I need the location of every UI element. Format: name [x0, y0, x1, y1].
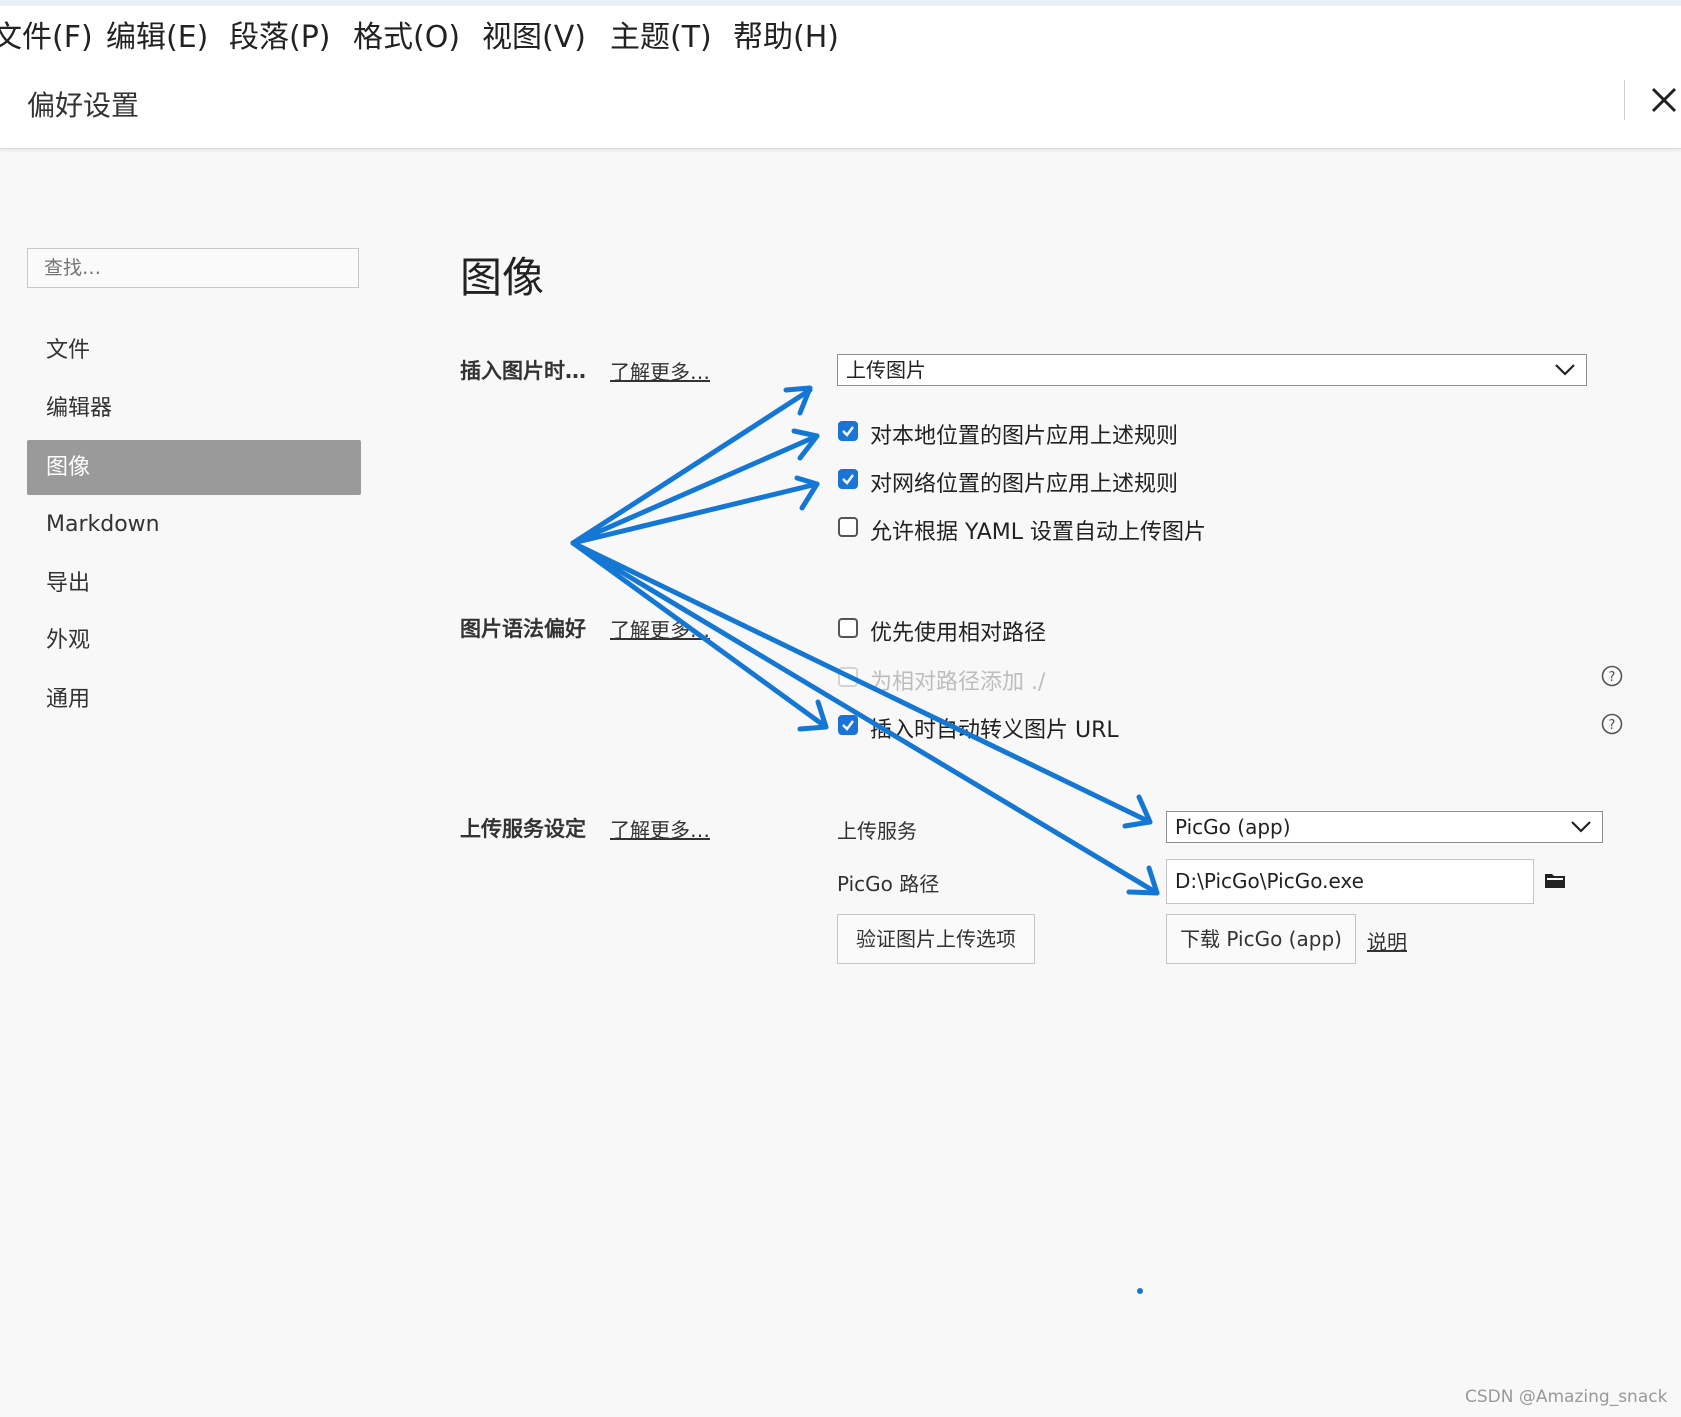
picgo-path-input[interactable]: D:\PicGo\PicGo.exe	[1166, 859, 1534, 904]
folder-icon[interactable]	[1544, 871, 1566, 889]
docs-link[interactable]: 说明	[1367, 926, 1407, 955]
search-input[interactable]	[27, 248, 359, 288]
escape-url-label: 插入时自动转义图片 URL	[870, 718, 1119, 743]
preferences-header	[0, 80, 1681, 149]
menu-help[interactable]: 帮助(H)	[733, 12, 839, 56]
checkmark-icon	[842, 426, 854, 437]
chevron-down-icon	[1555, 364, 1575, 376]
apply-network-label: 对网络位置的图片应用上述规则	[870, 472, 1179, 497]
help-icon[interactable]: ?	[1601, 713, 1623, 735]
yaml-upload-label: 允许根据 YAML 设置自动上传图片	[870, 520, 1207, 545]
dot-slash-checkbox[interactable]	[838, 667, 858, 687]
chevron-down-icon	[1571, 821, 1591, 833]
section-title: 图像	[460, 253, 545, 302]
menu-edit[interactable]: 编辑(E)	[106, 12, 208, 56]
sidebar-item-editor[interactable]: 编辑器	[27, 381, 361, 436]
upload-service-value: PicGo (app)	[1175, 815, 1291, 839]
picgo-path-value: D:\PicGo\PicGo.exe	[1175, 869, 1364, 893]
yaml-upload-checkbox[interactable]	[838, 517, 858, 537]
upload-service-settings-label: 上传服务设定	[460, 817, 586, 841]
escape-url-checkbox[interactable]	[838, 715, 858, 735]
insert-action-select[interactable]: 上传图片	[837, 354, 1587, 386]
relative-path-label: 优先使用相对路径	[870, 621, 1047, 646]
sidebar-item-appearance[interactable]: 外观	[27, 613, 361, 668]
picgo-path-label: PicGo 路径	[837, 872, 940, 896]
page-title: 偏好设置	[27, 89, 140, 122]
sidebar-item-general[interactable]: 通用	[27, 672, 361, 727]
menu-format[interactable]: 格式(O)	[353, 12, 460, 56]
sidebar-item-export[interactable]: 导出	[27, 556, 361, 611]
apply-local-checkbox[interactable]	[838, 421, 858, 441]
svg-text:?: ?	[1609, 670, 1616, 685]
upload-service-select[interactable]: PicGo (app)	[1166, 811, 1603, 843]
download-picgo-button[interactable]: 下载 PicGo (app)	[1166, 914, 1356, 964]
help-icon[interactable]: ?	[1601, 665, 1623, 687]
menu-paragraph[interactable]: 段落(P)	[229, 12, 331, 56]
upload-learn-more-link[interactable]: 了解更多…	[610, 814, 710, 843]
svg-text:?: ?	[1609, 718, 1616, 733]
close-button[interactable]	[1648, 82, 1678, 118]
insert-action-value: 上传图片	[846, 358, 926, 382]
syntax-learn-more-link[interactable]: 了解更多…	[610, 614, 710, 643]
relative-path-checkbox[interactable]	[838, 618, 858, 638]
checkmark-icon	[842, 720, 854, 731]
menu-view[interactable]: 视图(V)	[482, 12, 586, 56]
sidebar-item-image[interactable]: 图像	[27, 440, 361, 495]
apply-network-checkbox[interactable]	[838, 469, 858, 489]
verify-upload-button[interactable]: 验证图片上传选项	[837, 914, 1035, 964]
apply-local-label: 对本地位置的图片应用上述规则	[870, 424, 1179, 449]
syntax-preference-label: 图片语法偏好	[460, 617, 586, 641]
menu-theme[interactable]: 主题(T)	[610, 12, 712, 56]
close-icon	[1651, 87, 1677, 113]
sidebar-item-file[interactable]: 文件	[27, 323, 361, 378]
upload-service-label: 上传服务	[837, 819, 917, 843]
sidebar-item-markdown[interactable]: Markdown	[27, 497, 361, 552]
menu-file[interactable]: 文件(F)	[0, 12, 93, 56]
insert-image-label: 插入图片时…	[460, 359, 586, 383]
watermark: CSDN @Amazing_snack	[1465, 1387, 1668, 1407]
insert-learn-more-link[interactable]: 了解更多…	[610, 356, 710, 385]
window-top-border	[0, 0, 1681, 6]
dot-slash-label: 为相对路径添加 ./	[870, 670, 1046, 695]
header-divider	[1624, 80, 1625, 120]
menu-bar: 文件(F) 编辑(E) 段落(P) 格式(O) 视图(V) 主题(T) 帮助(H…	[0, 0, 1681, 80]
checkmark-icon	[842, 474, 854, 485]
